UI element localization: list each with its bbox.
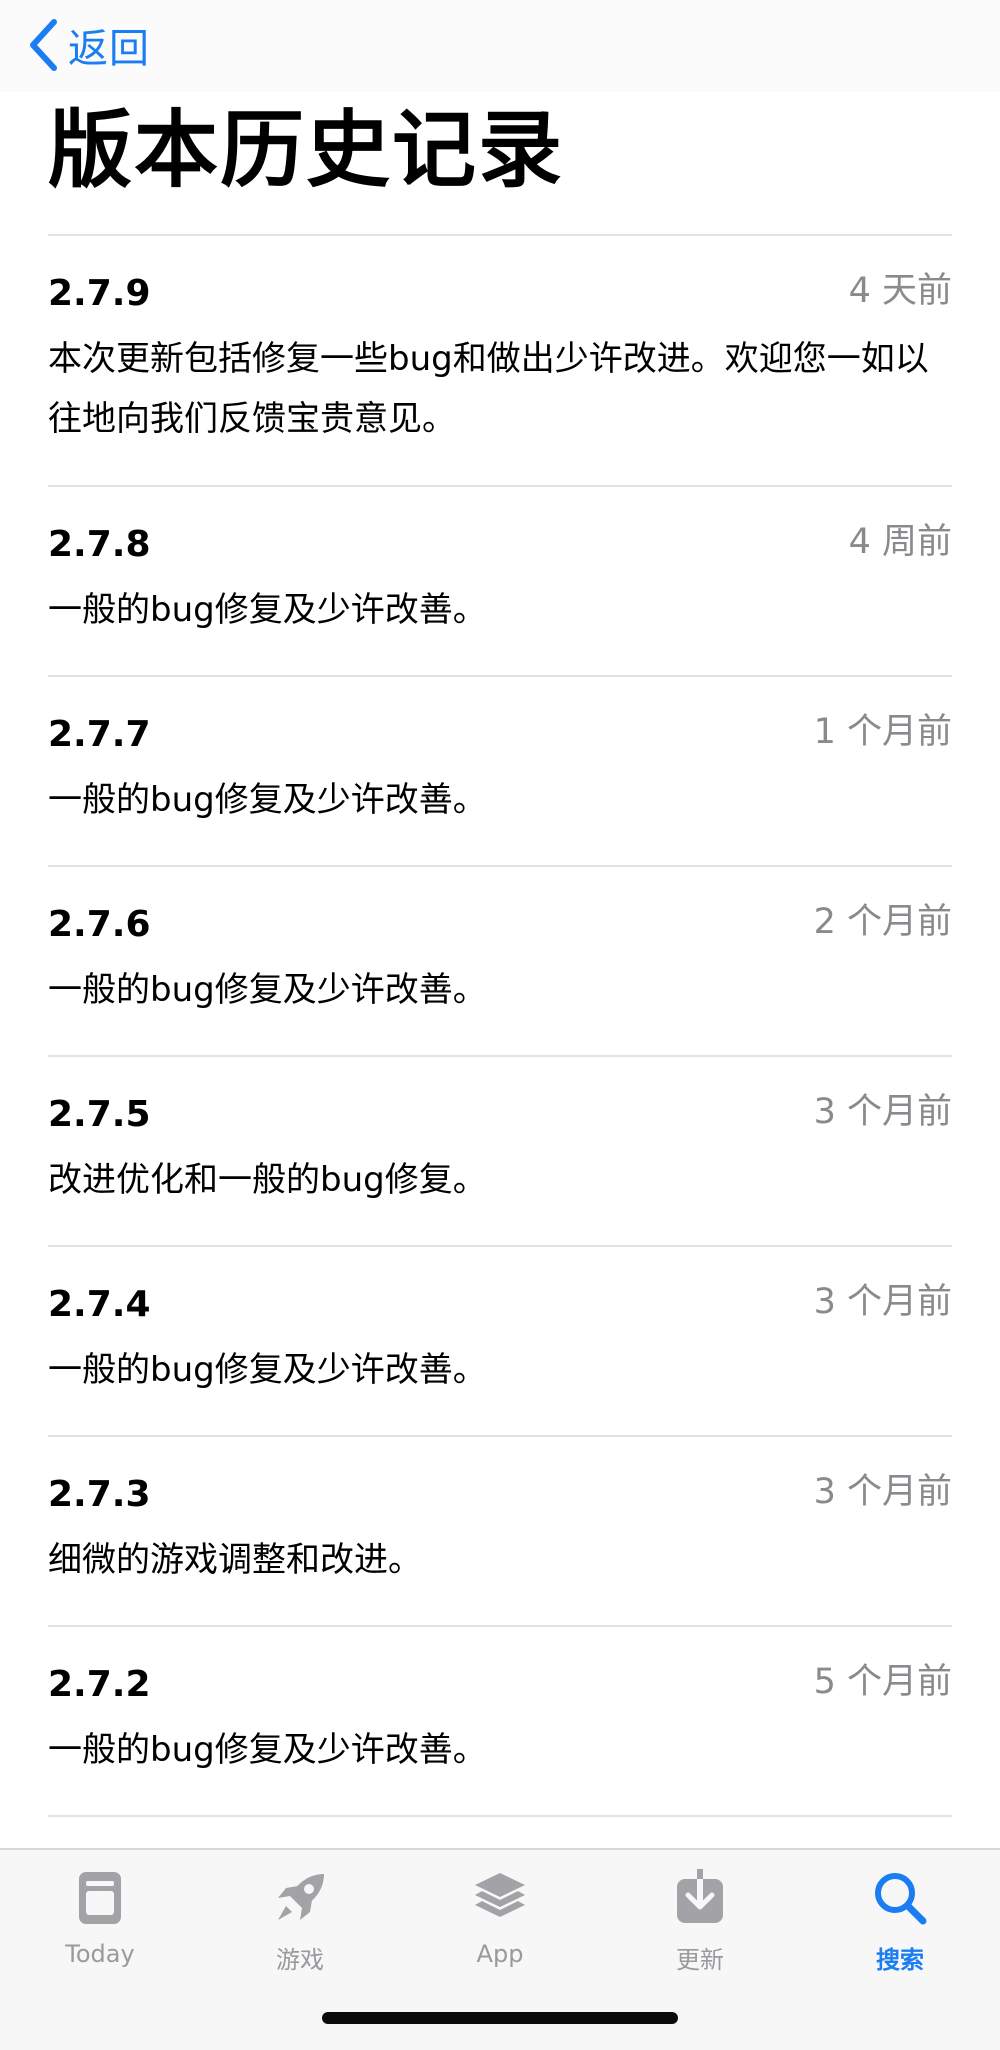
tab-updates[interactable]: 更新 — [600, 1866, 800, 2016]
chevron-left-icon — [28, 19, 58, 71]
tab-today[interactable]: Today — [0, 1866, 200, 2016]
version-number: 2.7.5 — [48, 1094, 151, 1135]
version-date: 1 个月前 — [813, 712, 952, 752]
today-icon — [68, 1866, 132, 1930]
version-date: 5 个月前 — [813, 1662, 952, 1702]
version-notes: 一般的bug修复及少许改善。 — [48, 590, 487, 630]
back-button[interactable]: 返回 — [28, 16, 150, 74]
version-item: 2.7.8 4 周前 一般的bug修复及少许改善。 — [48, 487, 952, 677]
tab-games-label: 游戏 — [276, 1946, 324, 1974]
version-date: 3 个月前 — [813, 1282, 952, 1322]
version-item: 2.7.5 3 个月前 改进优化和一般的bug修复。 — [48, 1057, 952, 1247]
version-notes: 改进优化和一般的bug修复。 — [48, 1160, 487, 1200]
version-item: 2.7.6 2 个月前 一般的bug修复及少许改善。 — [48, 867, 952, 1057]
version-item: 2.7.3 3 个月前 细微的游戏调整和改进。 — [48, 1437, 952, 1627]
layers-icon — [468, 1866, 532, 1930]
tab-search-label: 搜索 — [876, 1946, 924, 1974]
version-item: 2.7.9 4 天前 本次更新包括修复一些bug和做出少许改进。欢迎您一如以往地… — [48, 236, 952, 487]
navigation-bar: 返回 — [0, 0, 1000, 92]
version-list: 2.7.9 4 天前 本次更新包括修复一些bug和做出少许改进。欢迎您一如以往地… — [48, 236, 952, 1817]
page-title: 版本历史记录 — [48, 101, 565, 199]
tab-games[interactable]: 游戏 — [200, 1866, 400, 2016]
tab-apps[interactable]: App — [400, 1866, 600, 2016]
search-icon — [868, 1866, 932, 1930]
version-notes: 细微的游戏调整和改进。 — [48, 1540, 422, 1580]
version-date: 3 个月前 — [813, 1092, 952, 1132]
version-notes: 本次更新包括修复一些bug和做出少许改进。欢迎您一如以往地向我们反馈宝贵意见。 — [48, 339, 929, 439]
version-notes: 一般的bug修复及少许改善。 — [48, 780, 487, 820]
back-label: 返回 — [68, 26, 150, 72]
home-indicator — [322, 2012, 678, 2024]
tab-today-label: Today — [65, 1940, 135, 1968]
tab-apps-label: App — [476, 1940, 524, 1968]
version-number: 2.7.6 — [48, 904, 151, 945]
download-icon — [668, 1866, 732, 1930]
version-notes: 一般的bug修复及少许改善。 — [48, 1730, 487, 1770]
version-number: 2.7.7 — [48, 714, 151, 755]
version-item: 2.7.2 5 个月前 一般的bug修复及少许改善。 — [48, 1627, 952, 1817]
version-number: 2.7.8 — [48, 524, 151, 565]
version-item: 2.7.4 3 个月前 一般的bug修复及少许改善。 — [48, 1247, 952, 1437]
version-number: 2.7.3 — [48, 1474, 151, 1515]
tab-search[interactable]: 搜索 — [800, 1866, 1000, 2016]
tab-updates-label: 更新 — [676, 1946, 724, 1974]
rocket-icon — [268, 1866, 332, 1930]
version-notes: 一般的bug修复及少许改善。 — [48, 1350, 487, 1390]
version-notes: 一般的bug修复及少许改善。 — [48, 970, 487, 1010]
version-date: 2 个月前 — [813, 902, 952, 942]
version-number: 2.7.9 — [48, 273, 151, 314]
version-number: 2.7.2 — [48, 1664, 151, 1705]
version-number: 2.7.4 — [48, 1284, 151, 1325]
version-date: 3 个月前 — [813, 1472, 952, 1512]
version-date: 4 天前 — [848, 271, 952, 311]
version-date: 4 周前 — [848, 522, 952, 562]
version-item: 2.7.7 1 个月前 一般的bug修复及少许改善。 — [48, 677, 952, 867]
